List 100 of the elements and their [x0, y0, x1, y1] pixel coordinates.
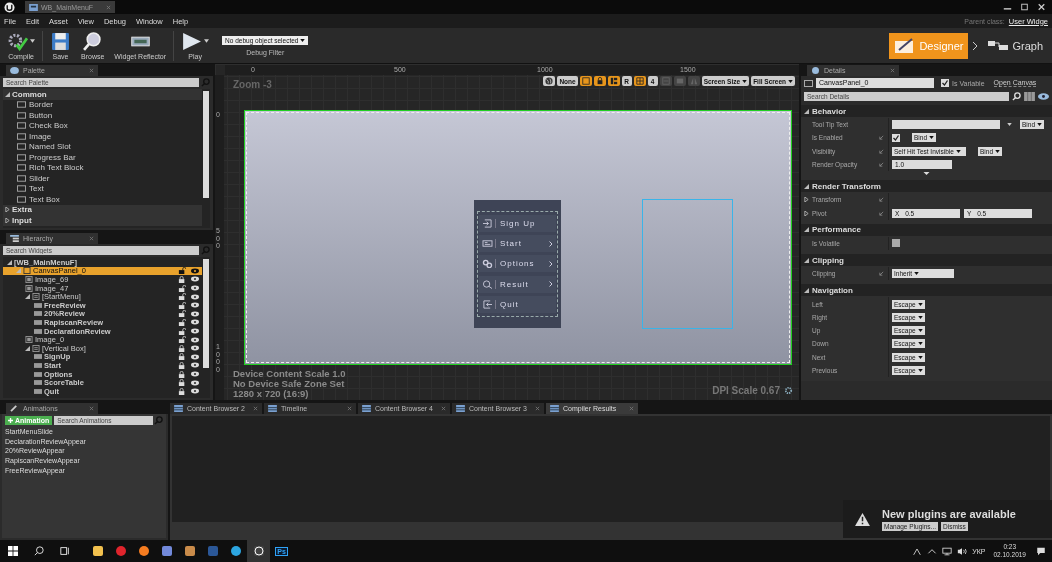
search-icon[interactable]: [34, 546, 44, 556]
padlock-open-icon[interactable]: [178, 310, 186, 318]
padlock-closed-icon[interactable]: [178, 387, 186, 395]
expand-arrow-icon[interactable]: [25, 345, 30, 351]
dropdown-arrow-icon[interactable]: [204, 39, 210, 43]
eye-icon[interactable]: [191, 285, 199, 292]
eye-icon[interactable]: [191, 267, 199, 274]
eye-icon[interactable]: [191, 345, 199, 352]
padlock-closed-icon[interactable]: [178, 344, 186, 352]
eye-icon[interactable]: [191, 293, 199, 300]
speaker-icon[interactable]: [957, 546, 968, 556]
maximize-icon[interactable]: [1018, 2, 1031, 12]
category-header[interactable]: Common: [3, 89, 202, 100]
section-header[interactable]: Behavior: [801, 105, 1052, 117]
expand-arrow-icon[interactable]: [804, 183, 809, 189]
eye-icon[interactable]: [1038, 92, 1049, 101]
checkbox[interactable]: [892, 239, 900, 248]
eye-icon[interactable]: [191, 379, 199, 386]
reset-arrow-icon[interactable]: [879, 197, 884, 203]
expand-arrow-icon[interactable]: [5, 207, 10, 213]
checkbox[interactable]: [892, 133, 900, 142]
palette-item[interactable]: Text: [3, 183, 202, 194]
padlock-closed-icon[interactable]: [178, 379, 186, 387]
palette-item[interactable]: Border: [3, 99, 202, 110]
monitor-icon[interactable]: [942, 546, 953, 556]
show-more-arrow-icon[interactable]: [923, 172, 930, 176]
padlock-open-icon[interactable]: [178, 336, 186, 344]
dropdown-arrow-icon[interactable]: [1007, 123, 1012, 127]
eye-icon[interactable]: [191, 319, 199, 326]
checkbox[interactable]: [941, 79, 949, 87]
reset-arrow-icon[interactable]: [879, 271, 884, 277]
palette-item[interactable]: Slider: [3, 173, 202, 184]
menu-button[interactable]: Options: [479, 255, 556, 273]
globe-icon[interactable]: [545, 77, 554, 85]
eye-icon[interactable]: [191, 276, 199, 283]
padlock-closed-icon[interactable]: [178, 353, 186, 361]
eye-icon[interactable]: [191, 371, 199, 377]
padlock-open-icon[interactable]: [178, 318, 186, 326]
toggle-button[interactable]: [579, 76, 592, 86]
eye-icon[interactable]: [191, 302, 199, 309]
eye-icon[interactable]: [191, 336, 199, 343]
expand-arrow-icon[interactable]: [25, 294, 30, 300]
scrollbar[interactable]: [203, 91, 209, 198]
palette-item[interactable]: Image: [3, 131, 202, 142]
padlock-open-icon[interactable]: [178, 301, 186, 309]
menu-button[interactable]: Quit: [479, 296, 556, 314]
menu-button[interactable]: Start: [479, 235, 556, 253]
eye-icon[interactable]: [191, 362, 199, 369]
padlock-closed-icon[interactable]: [178, 276, 186, 283]
reset-arrow-icon[interactable]: [879, 210, 884, 216]
reset-arrow-icon[interactable]: [879, 135, 884, 141]
eye-icon[interactable]: [191, 353, 199, 360]
dropdown-arrow-icon[interactable]: [30, 39, 35, 43]
scrollbar[interactable]: [203, 259, 209, 368]
expand-arrow-icon[interactable]: [804, 108, 809, 114]
search-icon[interactable]: [1012, 92, 1021, 101]
padlock-open-icon[interactable]: [178, 267, 186, 275]
palette-item[interactable]: Progress Bar: [3, 152, 202, 163]
notification-icon[interactable]: [1036, 546, 1046, 556]
text-field[interactable]: [892, 120, 1000, 130]
menu-button[interactable]: Sign Up: [479, 214, 556, 232]
toggle-button[interactable]: [607, 76, 620, 86]
expand-arrow-icon[interactable]: [7, 259, 12, 265]
settings-icon[interactable]: [784, 386, 793, 395]
category-header[interactable]: Input: [3, 215, 202, 226]
expand-arrow-icon[interactable]: [804, 197, 809, 203]
section-header[interactable]: Render Transform: [801, 180, 1052, 193]
expand-arrow-icon[interactable]: [5, 91, 10, 97]
expand-arrow-icon[interactable]: [804, 287, 809, 293]
start-icon[interactable]: [8, 546, 18, 556]
eye-icon[interactable]: [191, 310, 199, 317]
palette-item[interactable]: Button: [3, 110, 202, 121]
close-icon[interactable]: [1035, 2, 1048, 12]
widget-canvas[interactable]: Sign Up Start Options Result Quit: [244, 110, 792, 365]
taskbar-app[interactable]: [247, 540, 270, 562]
eye-icon[interactable]: [191, 328, 199, 335]
menu-button[interactable]: Result: [479, 275, 556, 293]
mode-tab[interactable]: Graph: [982, 32, 1048, 59]
task-view-icon[interactable]: [60, 546, 70, 556]
expand-arrow-icon[interactable]: [5, 217, 10, 223]
eye-icon[interactable]: [191, 388, 199, 395]
category-header[interactable]: Extra: [3, 204, 202, 215]
padlock-closed-icon[interactable]: [178, 361, 186, 369]
palette-item[interactable]: Text Box: [3, 194, 202, 205]
palette-item[interactable]: Rich Text Block: [3, 162, 202, 173]
section-header[interactable]: Clipping: [801, 254, 1052, 267]
toggle-button[interactable]: [593, 76, 606, 86]
grid-toggle[interactable]: [633, 76, 646, 86]
section-header[interactable]: Navigation: [801, 284, 1052, 297]
expand-arrow-icon[interactable]: [804, 227, 809, 233]
reset-arrow-icon[interactable]: [879, 162, 884, 168]
tool-button[interactable]: [673, 76, 686, 86]
palette-item[interactable]: Check Box: [3, 120, 202, 131]
padlock-open-icon[interactable]: [178, 293, 186, 301]
tool-button[interactable]: [687, 76, 700, 86]
palette-item[interactable]: Named Slot: [3, 141, 202, 152]
expand-arrow-icon[interactable]: [804, 257, 809, 263]
chevron-up-icon[interactable]: [927, 546, 938, 556]
expand-arrow-icon[interactable]: [804, 210, 809, 216]
reset-arrow-icon[interactable]: [879, 148, 884, 154]
